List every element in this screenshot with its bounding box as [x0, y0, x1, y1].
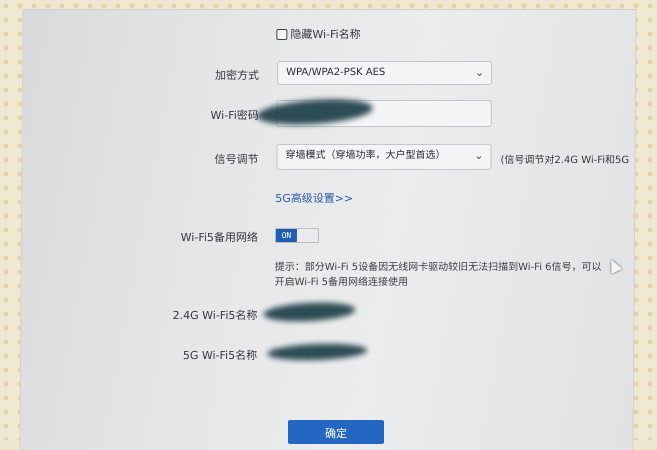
wifi5-5g-name-label: 5G Wi-Fi5名称: [182, 349, 258, 362]
wifi5-backup-toggle[interactable]: ON: [274, 228, 320, 243]
chevron-down-icon: ⌄: [474, 149, 484, 162]
advanced-5g-link[interactable]: 5G高级设置>>: [275, 190, 353, 206]
hint-line-1: 提示：部分Wi-Fi 5设备因无线网卡驱动较旧无法扫描到Wi-Fi 6信号，可以: [274, 262, 602, 273]
encryption-value: WPA/WPA2-PSK AES: [286, 67, 386, 78]
wifi5-24g-name-label: 2.4G Wi-Fi5名称: [172, 309, 258, 322]
hide-ssid-checkbox[interactable]: [276, 29, 288, 40]
encryption-label: 加密方式: [215, 69, 260, 82]
signal-label: 信号调节: [214, 153, 259, 166]
router-settings-screen: 隐藏Wi-Fi名称 加密方式 WPA/WPA2-PSK AES ⌄ Wi-Fi密…: [20, 10, 636, 450]
hide-ssid-label: 隐藏Wi-Fi名称: [290, 28, 361, 41]
signal-select[interactable]: 穿墙模式（穿墙功率，大户型首选） ⌄: [276, 144, 492, 170]
hint-line-2: 开启Wi-Fi 5备用网络连接使用: [274, 277, 409, 288]
wifi5-24g-name-redaction: [263, 300, 356, 324]
wifi5-5g-name-redaction: [266, 342, 368, 362]
encryption-select[interactable]: WPA/WPA2-PSK AES ⌄: [277, 61, 493, 85]
chevron-down-icon: ⌄: [474, 66, 485, 79]
wifi5-backup-label: Wi-Fi5备用网络: [180, 231, 258, 244]
toggle-on-state: ON: [275, 229, 298, 242]
signal-value: 穿墙模式（穿墙功率，大户型首选）: [285, 150, 446, 161]
confirm-button[interactable]: 确定: [288, 420, 384, 444]
password-label: Wi-Fi密码: [210, 109, 259, 122]
signal-note: (信号调节对2.4G Wi-Fi和5G: [500, 155, 630, 166]
